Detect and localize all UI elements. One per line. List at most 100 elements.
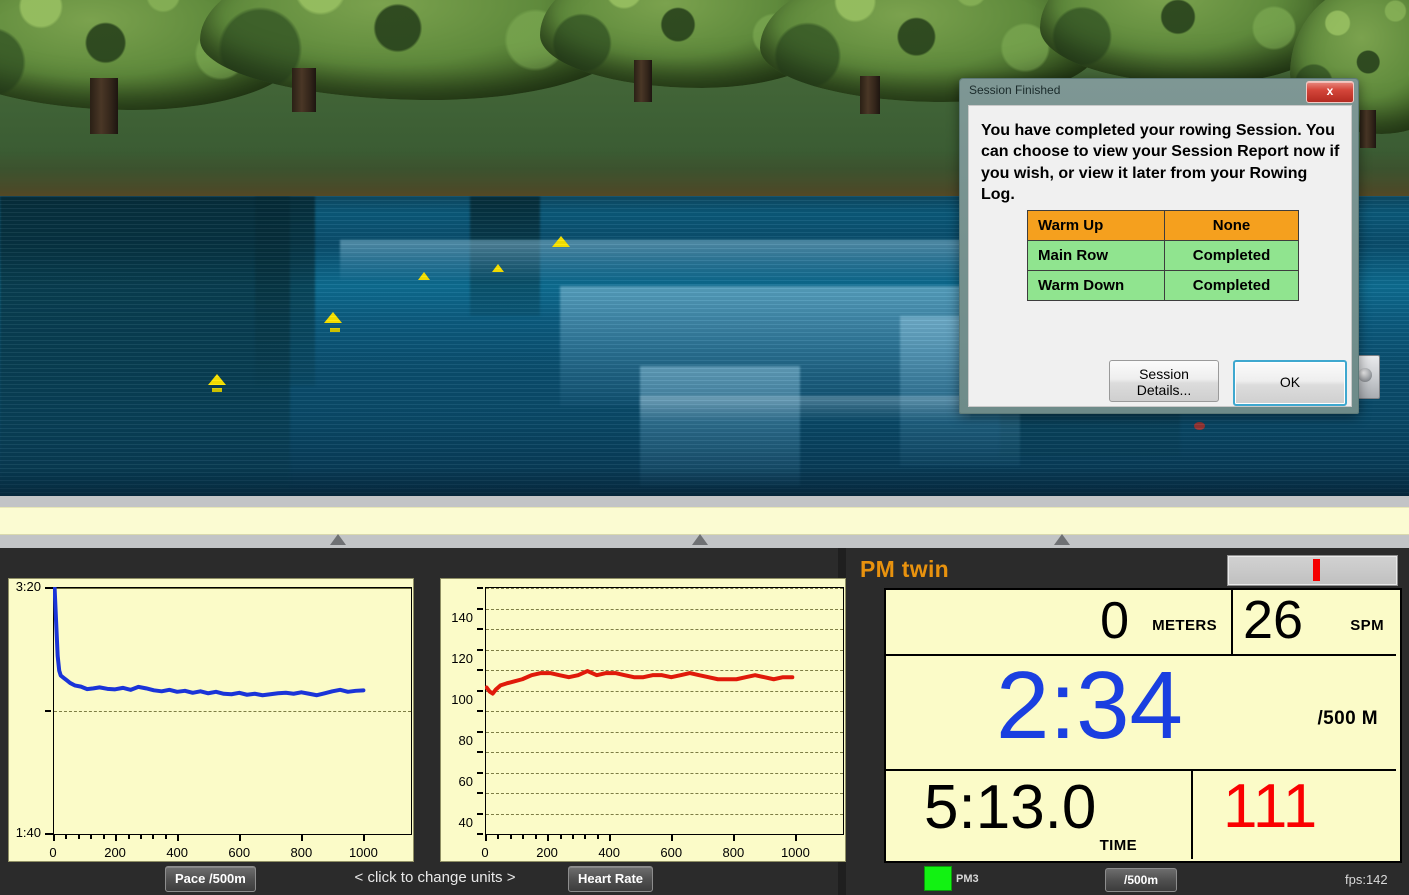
race-marker	[1054, 534, 1070, 545]
y-tick	[477, 607, 483, 610]
pace-cell[interactable]: 2:34 /500 M	[886, 656, 1396, 769]
y-tick	[477, 751, 483, 753]
x-tick-minor	[164, 834, 167, 839]
x-tick-minor	[596, 834, 599, 839]
table-row: Warm Down Completed	[1027, 270, 1299, 301]
pm-title: PM twin	[860, 556, 949, 582]
gridline	[486, 834, 843, 835]
charts-panel: 1:40 3:20 0 200 400 600 800 1000 40 60 80 100 120 14…	[0, 548, 846, 895]
stroke-force-bar	[1227, 555, 1398, 586]
x-tick	[53, 834, 55, 841]
lane-buoy	[492, 264, 504, 272]
race-marker	[330, 534, 346, 545]
race-lane	[0, 507, 1409, 535]
dialog-title: Session Finished	[969, 83, 1061, 97]
summary-row-label: Warm Down	[1027, 270, 1165, 301]
pm-units-button[interactable]: /500m	[1105, 868, 1177, 892]
heart-rate-value: 111	[1223, 772, 1318, 841]
lane-buoy	[324, 312, 342, 323]
session-details-button[interactable]: Session Details...	[1109, 360, 1219, 402]
app-screen: 1:40 3:20 0 200 400 600 800 1000 40 60 80 100 120 14…	[0, 0, 1409, 895]
heart-rate-chart[interactable]: 40 60 80 100 120 140 0 200 400 600 800 1000	[440, 578, 846, 862]
y-tick	[477, 628, 483, 630]
session-summary-table: Warm Up None Main Row Completed Warm Down Com…	[1027, 210, 1299, 301]
pm-twin-monitor: PM twin 0 METERS 26 SPM 2:34 /500 M 5:13…	[846, 548, 1409, 895]
summary-row-label: Warm Up	[1027, 210, 1165, 241]
stroke-indicator	[1313, 559, 1320, 581]
race-progress-strip[interactable]	[0, 496, 1409, 548]
dialog-title-bar[interactable]: Session Finished x	[960, 79, 1358, 103]
x-tick-minor	[534, 834, 537, 839]
x-tick-minor	[509, 834, 512, 839]
y-tick	[477, 812, 483, 815]
x-tick-minor	[65, 834, 68, 839]
session-details-label-line1: Session	[1139, 366, 1189, 382]
x-axis-label: 1000	[348, 845, 378, 860]
pace-unit: /500 M	[1317, 708, 1378, 729]
x-tick	[301, 834, 304, 841]
lane-buoy-stem	[212, 388, 222, 392]
x-axis-label: 200	[104, 845, 126, 860]
y-tick	[477, 771, 483, 774]
y-axis-label: 80	[458, 732, 473, 748]
y-tick	[477, 792, 483, 794]
x-tick-minor	[571, 834, 574, 839]
fps-counter: fps:142	[1345, 872, 1388, 887]
lane-buoy	[418, 272, 430, 280]
change-units-hint: < click to change units >	[354, 869, 516, 886]
y-tick	[477, 587, 483, 589]
y-tick	[45, 710, 51, 712]
close-icon[interactable]: x	[1306, 81, 1354, 103]
x-axis-label: 400	[166, 845, 189, 860]
pace-units-button[interactable]: Pace /500m	[165, 866, 256, 892]
x-tick	[115, 834, 118, 841]
scene-bottom-fade	[0, 470, 1409, 496]
pace-value: 2:34	[996, 652, 1183, 759]
marker-buoy-red	[1194, 422, 1205, 430]
x-tick-minor	[584, 834, 587, 839]
pace-chart[interactable]: 1:40 3:20 0 200 400 600 800 1000	[8, 578, 414, 862]
x-tick	[177, 834, 180, 841]
x-tick-minor	[77, 834, 80, 839]
x-axis-label: 800	[290, 845, 313, 860]
distance-cell[interactable]: 0 METERS	[886, 590, 1231, 654]
table-row: Warm Up None	[1027, 210, 1299, 241]
lane-buoy	[208, 374, 226, 385]
stroke-rate-value: 26	[1243, 590, 1304, 650]
x-axis-label: 0	[481, 845, 489, 860]
lane-buoy	[552, 236, 570, 247]
y-axis-label: 140	[451, 609, 473, 625]
y-tick	[477, 710, 483, 712]
heart-rate-line-series	[485, 669, 795, 696]
time-cell[interactable]: 5:13.0 TIME	[886, 771, 1191, 859]
heart-rate-cell[interactable]: 111	[1193, 771, 1396, 859]
x-tick	[671, 834, 674, 841]
y-axis-label: 60	[458, 773, 473, 789]
x-axis-label: 200	[536, 845, 558, 860]
x-tick-minor	[152, 834, 155, 839]
pm-readout-grid: 0 METERS 26 SPM 2:34 /500 M 5:13.0 TIME	[884, 588, 1402, 863]
x-tick-minor	[559, 834, 562, 839]
race-marker	[692, 534, 708, 545]
gridline	[54, 834, 411, 835]
knob-icon	[1358, 368, 1372, 382]
x-axis-label: 1000	[780, 845, 810, 860]
y-axis-label: 40	[458, 814, 473, 830]
heart-rate-units-button[interactable]: Heart Rate	[568, 866, 654, 892]
x-tick	[363, 834, 366, 841]
x-tick	[733, 834, 736, 841]
time-value: 5:13.0	[924, 773, 1097, 842]
x-tick	[239, 834, 242, 841]
table-row: Main Row Completed	[1027, 240, 1299, 271]
distance-unit: METERS	[1152, 617, 1217, 634]
y-axis-label: 120	[451, 650, 473, 666]
x-axis-label: 0	[49, 845, 57, 860]
stroke-rate-cell[interactable]: 26 SPM	[1233, 590, 1396, 654]
x-tick-minor	[497, 834, 500, 839]
summary-row-value: Completed	[1164, 270, 1299, 301]
pace-line-series	[53, 587, 366, 698]
y-tick	[477, 648, 483, 651]
ok-button[interactable]: OK	[1233, 360, 1347, 406]
y-axis-label: 1:40	[15, 825, 41, 840]
x-tick-minor	[522, 834, 525, 839]
